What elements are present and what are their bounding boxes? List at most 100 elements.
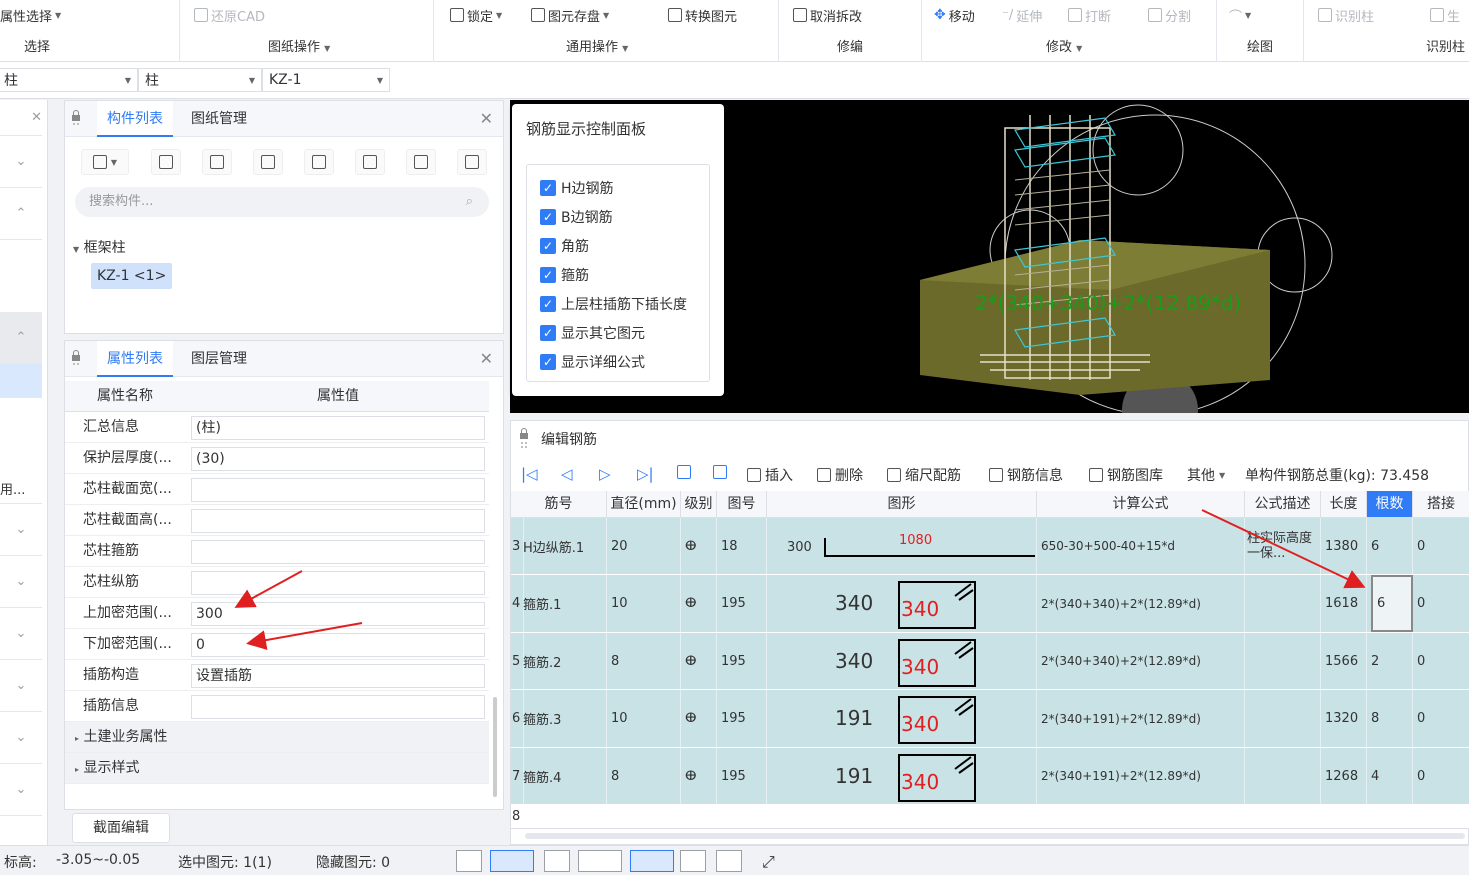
chevron-down-icon[interactable]: ⌄	[0, 712, 42, 764]
generate-button[interactable]: 生	[1430, 5, 1460, 25]
copy-button[interactable]	[151, 149, 181, 175]
list-view-button[interactable]	[406, 149, 436, 175]
expand-icon[interactable]: ⤢	[762, 852, 775, 872]
tab-layer-manage[interactable]: 图层管理	[181, 341, 257, 377]
move-up-button[interactable]	[677, 465, 691, 479]
scrollbar[interactable]	[493, 697, 497, 797]
lock-icon[interactable]	[71, 109, 81, 127]
new-component-button[interactable]: ▼	[81, 149, 129, 175]
diameter-cell[interactable]: 10	[611, 690, 681, 747]
delete-button[interactable]	[202, 149, 232, 175]
column-header[interactable]: 计算公式	[1037, 491, 1245, 518]
figure-number-cell[interactable]: 195	[721, 575, 767, 632]
formula-cell[interactable]: 2*(340+340)+2*(12.89*d)	[1041, 633, 1245, 689]
snap-cross-icon[interactable]	[544, 850, 570, 872]
diameter-cell[interactable]: 20	[611, 518, 681, 574]
formula-cell[interactable]: 650-30+500-40+15*d	[1041, 518, 1245, 574]
rebar-shape-cell[interactable]: 191 340	[767, 748, 1037, 804]
rebar-name-cell[interactable]: 箍筋.3	[523, 690, 607, 747]
property-value-field[interactable]	[191, 478, 485, 502]
snap-screen-button[interactable]	[680, 850, 706, 872]
split-button[interactable]: 分割	[1148, 5, 1191, 25]
top-dense-range-field[interactable]: 300	[191, 602, 485, 626]
property-value-field[interactable]: (柱)	[191, 416, 485, 440]
move-button[interactable]: ✥ 移动	[934, 5, 975, 25]
chevron-down-icon[interactable]: ⌄	[0, 764, 42, 816]
group-civil-properties[interactable]: ▸ 土建业务属性	[65, 722, 489, 753]
snap-ortho-button[interactable]	[456, 850, 482, 872]
category-select[interactable]: 柱 ▼	[0, 68, 138, 92]
tab-component-list[interactable]: 构件列表	[97, 101, 173, 137]
snap-curve-button[interactable]	[716, 850, 742, 872]
delete-row-button[interactable]: 删除	[817, 465, 863, 485]
formula-desc-cell[interactable]	[1247, 748, 1321, 804]
property-value-field[interactable]	[191, 695, 485, 719]
length-cell[interactable]: 1320	[1325, 690, 1367, 747]
horizontal-scrollbar[interactable]	[525, 833, 1465, 839]
detail-view-button[interactable]	[457, 149, 487, 175]
diameter-cell[interactable]: 8	[611, 633, 681, 689]
close-icon[interactable]: ✕	[480, 349, 493, 368]
tab-property-list[interactable]: 属性列表	[97, 341, 173, 377]
table-row[interactable]: 5 箍筋.2 8 ⴲ 195 340 340 2*(340+340)+2*(12.89*d) 1…	[511, 633, 1469, 690]
column-header[interactable]: 公式描述	[1245, 491, 1321, 518]
snap-rect-button[interactable]	[490, 850, 534, 872]
checkbox-upper-dowel[interactable]: ✓ 上层柱插筋下插长度	[540, 294, 687, 314]
column-header[interactable]: 筋号	[511, 491, 607, 518]
count-cell[interactable]: 4	[1371, 748, 1413, 804]
count-cell[interactable]: 2	[1371, 633, 1413, 689]
selected-row[interactable]	[0, 364, 42, 398]
formula-desc-cell[interactable]	[1247, 690, 1321, 747]
rebar-shape-cell[interactable]: 340 340	[767, 575, 1037, 632]
formula-desc-cell[interactable]	[1247, 633, 1321, 689]
search-input[interactable]: 搜索构件... ⌕	[75, 187, 489, 217]
next-icon[interactable]: ▷	[599, 465, 611, 483]
chevron-down-icon[interactable]: ⌄	[0, 660, 42, 712]
close-icon[interactable]: ✕	[480, 109, 493, 128]
lock-button[interactable]: 锁定 ▼	[450, 5, 502, 25]
rebar-name-cell[interactable]: 箍筋.2	[523, 633, 607, 689]
formula-cell[interactable]: 2*(340+191)+2*(12.89*d)	[1041, 748, 1245, 804]
length-cell[interactable]: 1566	[1325, 633, 1367, 689]
diameter-cell[interactable]: 10	[611, 575, 681, 632]
move-down-button[interactable]	[713, 465, 727, 479]
table-row[interactable]: 6 箍筋.3 10 ⴲ 195 191 340 2*(340+191)+2*(12.89*d)…	[511, 690, 1469, 748]
chevron-up-icon[interactable]: ⌃	[0, 312, 42, 364]
column-header[interactable]: 搭接	[1413, 491, 1469, 518]
checkbox-stirrup[interactable]: ✓ 箍筋	[540, 265, 589, 285]
figure-number-cell[interactable]: 195	[721, 748, 767, 804]
checkbox-corner-rebar[interactable]: ✓ 角筋	[540, 236, 589, 256]
property-value-field[interactable]	[191, 509, 485, 533]
table-row[interactable]: 7 箍筋.4 8 ⴲ 195 191 340 2*(340+191)+2*(12.89*d) 1…	[511, 748, 1469, 805]
diameter-cell[interactable]: 8	[611, 748, 681, 804]
bottom-dense-range-field[interactable]: 0	[191, 633, 485, 657]
length-cell[interactable]: 1380	[1325, 518, 1367, 574]
insert-button[interactable]: 插入	[747, 465, 793, 485]
formula-desc-cell[interactable]	[1247, 575, 1321, 632]
extend-button[interactable]: ⁻/延伸	[1002, 5, 1042, 25]
convert-element-button[interactable]: 转换图元	[668, 5, 737, 25]
length-cell[interactable]: 1268	[1325, 748, 1367, 804]
table-row[interactable]: 4 箍筋.1 10 ⴲ 195 340 340 2*(340+340)+2*(12.89*d)…	[511, 575, 1469, 633]
component-select[interactable]: KZ-1 ▼	[262, 68, 390, 92]
scale-rebar-button[interactable]: 缩尺配筋	[887, 465, 961, 485]
other-menu-button[interactable]: 其他 ▼	[1187, 465, 1225, 485]
property-value-field[interactable]: (30)	[191, 447, 485, 471]
prev-icon[interactable]: ◁	[561, 465, 573, 483]
checkbox-show-other[interactable]: ✓ 显示其它图元	[540, 323, 645, 343]
type-select[interactable]: 柱 ▼	[138, 68, 262, 92]
lap-cell[interactable]: 0	[1417, 518, 1469, 574]
count-cell[interactable]: 6	[1371, 575, 1413, 632]
grade-cell[interactable]: ⴲ	[685, 518, 717, 574]
snap-angle-button[interactable]	[578, 850, 622, 872]
length-cell[interactable]: 1618	[1325, 575, 1367, 632]
first-icon[interactable]: |◁	[521, 465, 538, 483]
tab-drawing-manage[interactable]: 图纸管理	[181, 101, 257, 137]
lock-icon[interactable]	[519, 425, 529, 451]
rebar-name-cell[interactable]: 箍筋.4	[523, 748, 607, 804]
lock-icon[interactable]	[71, 349, 81, 367]
column-header[interactable]: 长度	[1321, 491, 1367, 518]
rebar-shape-cell[interactable]: 191 340	[767, 690, 1037, 747]
rebar-library-button[interactable]: 钢筋图库	[1089, 465, 1163, 485]
figure-number-cell[interactable]: 195	[721, 633, 767, 689]
